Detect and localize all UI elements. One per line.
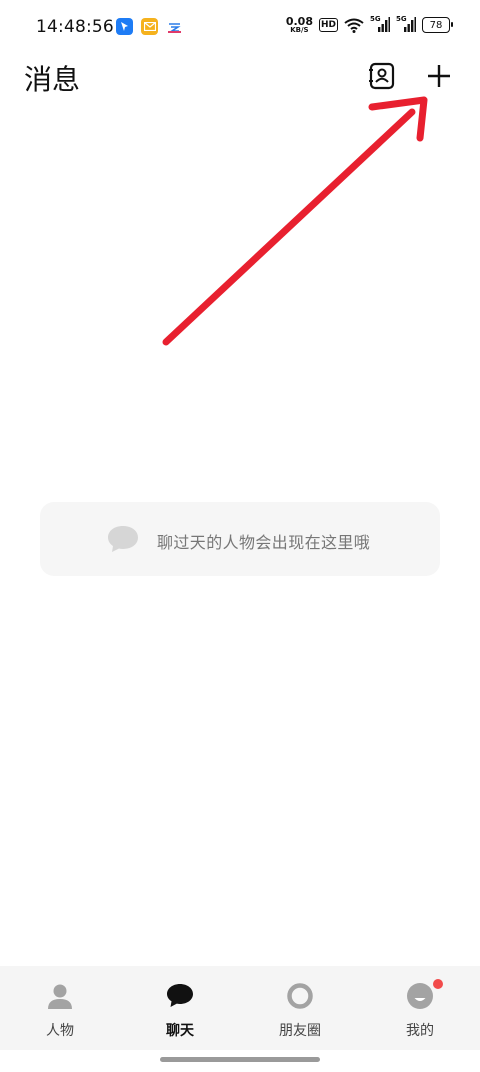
plus-icon — [428, 65, 450, 87]
network-speed: 0.08 KB/S — [285, 15, 313, 34]
nav-tab-chat[interactable]: 聊天 — [120, 966, 240, 1050]
status-bar: 14:48:56 0.08 KB/S HD 5G 5G 78 — [0, 0, 480, 56]
empty-state-text: 聊过天的人物会出现在这里哦 — [157, 533, 371, 552]
app-notification-icon-cloud — [166, 18, 183, 35]
nav-tab-people[interactable]: 人物 — [0, 966, 120, 1050]
contacts-book-icon — [369, 62, 395, 90]
nav-label-people: 人物 — [46, 1023, 74, 1039]
status-time: 14:48:56 — [36, 17, 114, 37]
person-icon — [48, 984, 72, 1009]
chat-bubble-icon — [167, 984, 193, 1007]
mail-notification-icon — [141, 18, 158, 35]
add-button[interactable] — [425, 62, 453, 90]
signal-icon-sim1: 5G — [370, 15, 390, 33]
contacts-button[interactable] — [368, 62, 396, 90]
empty-state-card: 聊过天的人物会出现在这里哦 — [40, 502, 440, 576]
signal-icon-sim2: 5G — [396, 15, 416, 33]
bottom-nav: 人物 聊天 朋友圈 我的 — [0, 966, 480, 1050]
nav-label-moments: 朋友圈 — [279, 1023, 321, 1039]
profile-face-icon — [407, 983, 433, 1009]
wifi-icon — [344, 18, 364, 33]
page-title: 消息 — [24, 63, 81, 96]
app-notification-icon-blue — [116, 18, 133, 35]
chat-bubble-icon — [108, 526, 138, 552]
nav-tab-me[interactable]: 我的 — [360, 966, 480, 1050]
status-notification-icons — [116, 18, 183, 35]
battery-icon: 78 — [422, 17, 453, 33]
circle-ring-icon — [287, 983, 313, 1009]
status-system-icons: 0.08 KB/S HD 5G 5G 78 — [285, 15, 453, 34]
nav-label-chat: 聊天 — [166, 1023, 194, 1039]
notification-dot — [432, 978, 444, 990]
nav-tab-moments[interactable]: 朋友圈 — [240, 966, 360, 1050]
hd-badge: HD — [318, 18, 338, 32]
home-indicator[interactable] — [160, 1057, 320, 1062]
nav-label-me: 我的 — [406, 1023, 434, 1039]
